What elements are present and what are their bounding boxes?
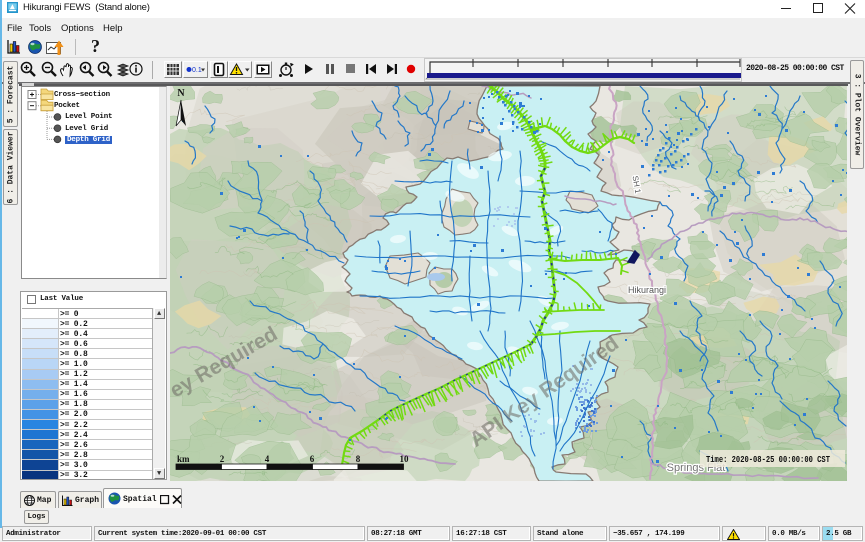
svg-text:km: km <box>177 454 190 464</box>
svg-text:8: 8 <box>356 454 361 464</box>
svg-text:4: 4 <box>265 454 270 464</box>
svg-text:0.1: 0.1 <box>192 67 202 74</box>
svg-text:10: 10 <box>400 454 410 464</box>
svg-text:Time: 2020-08-25 00:00:00 CST: Time: 2020-08-25 00:00:00 CST <box>706 455 830 465</box>
svg-text:N: N <box>177 88 185 99</box>
svg-text:Hikurangi: Hikurangi <box>628 285 666 295</box>
svg-text:6: 6 <box>310 454 315 464</box>
svg-text:2: 2 <box>220 454 225 464</box>
